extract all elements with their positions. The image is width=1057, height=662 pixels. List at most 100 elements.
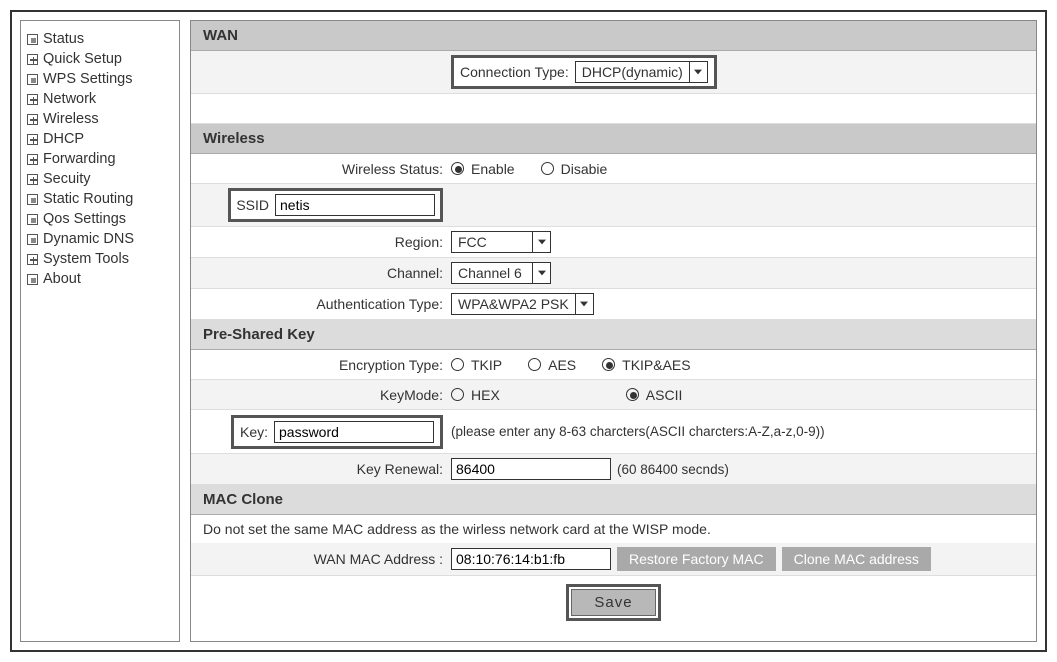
key-highlight: Key: (231, 415, 443, 449)
keymode-row: KeyMode: HEX ASCII (191, 380, 1036, 410)
renewal-row: Key Renewal: (60 86400 secnds) (191, 454, 1036, 485)
sidebar-item-about[interactable]: About (27, 269, 173, 289)
sidebar-item-label: Dynamic DNS (43, 231, 134, 247)
sidebar-item-dhcp[interactable]: DHCP (27, 129, 173, 149)
bullet-icon (27, 34, 38, 45)
sidebar-item-label: Network (43, 91, 96, 107)
sidebar-item-system-tools[interactable]: System Tools (27, 249, 173, 269)
connection-type-row: Connection Type: DHCP(dynamic) (191, 51, 1036, 94)
key-row: Key: (please enter any 8-63 charcters(AS… (191, 410, 1036, 454)
sidebar-item-label: Quick Setup (43, 51, 122, 67)
wireless-disable-radio[interactable]: Disabie (541, 161, 608, 177)
region-select[interactable]: FCC (451, 231, 551, 253)
bullet-icon (27, 274, 38, 285)
wan-mac-input[interactable] (451, 548, 611, 570)
bullet-icon (27, 234, 38, 245)
wan-mac-label: WAN MAC Address : (191, 551, 451, 567)
renewal-input[interactable] (451, 458, 611, 480)
ssid-input[interactable] (275, 194, 435, 216)
enc-both-radio[interactable]: TKIP&AES (602, 357, 690, 373)
expand-icon (27, 134, 38, 145)
key-label: Key: (240, 424, 268, 440)
connection-type-label: Connection Type: (460, 64, 569, 80)
sidebar-item-quick-setup[interactable]: Quick Setup (27, 49, 173, 69)
chevron-down-icon (532, 232, 550, 252)
wireless-status-row: Wireless Status: Enable Disabie (191, 154, 1036, 184)
auth-select[interactable]: WPA&WPA2 PSK (451, 293, 594, 315)
save-highlight: Save (566, 584, 660, 621)
sidebar-item-status[interactable]: Status (27, 29, 173, 49)
radio-icon (602, 358, 615, 371)
sidebar-item-label: Secuity (43, 171, 91, 187)
radio-icon (451, 388, 464, 401)
clone-mac-button[interactable]: Clone MAC address (782, 547, 931, 571)
region-row: Region: FCC (191, 227, 1036, 258)
channel-label: Channel: (191, 265, 451, 281)
sidebar-item-label: System Tools (43, 251, 129, 267)
sidebar-item-label: Wireless (43, 111, 99, 127)
sidebar-item-label: Static Routing (43, 191, 133, 207)
sidebar-item-label: Status (43, 31, 84, 47)
keymode-ascii-radio[interactable]: ASCII (626, 387, 683, 403)
sidebar-item-static-routing[interactable]: Static Routing (27, 189, 173, 209)
ssid-label: SSID (236, 197, 269, 213)
connection-type-select[interactable]: DHCP(dynamic) (575, 61, 708, 83)
sidebar-item-dynamic-dns[interactable]: Dynamic DNS (27, 229, 173, 249)
wireless-enable-radio[interactable]: Enable (451, 161, 515, 177)
ssid-row: SSID (191, 184, 1036, 227)
connection-type-highlight: Connection Type: DHCP(dynamic) (451, 55, 717, 89)
sidebar: Status Quick Setup WPS Settings Network Wire… (20, 20, 180, 642)
key-hint: (please enter any 8-63 charcters(ASCII c… (451, 424, 825, 439)
renewal-hint: (60 86400 secnds) (617, 462, 729, 477)
wireless-status-label: Wireless Status: (191, 161, 451, 177)
ssid-highlight: SSID (228, 188, 443, 222)
channel-select[interactable]: Channel 6 (451, 262, 551, 284)
chevron-down-icon (689, 62, 707, 82)
auth-label: Authentication Type: (191, 296, 451, 312)
sidebar-item-label: WPS Settings (43, 71, 132, 87)
sidebar-item-label: DHCP (43, 131, 84, 147)
expand-icon (27, 174, 38, 185)
chevron-down-icon (532, 263, 550, 283)
chevron-down-icon (575, 294, 593, 314)
radio-icon (451, 162, 464, 175)
renewal-label: Key Renewal: (191, 461, 451, 477)
sidebar-item-wps-settings[interactable]: WPS Settings (27, 69, 173, 89)
sidebar-item-label: Forwarding (43, 151, 116, 167)
channel-row: Channel: Channel 6 (191, 258, 1036, 289)
auth-row: Authentication Type: WPA&WPA2 PSK (191, 289, 1036, 320)
region-label: Region: (191, 234, 451, 250)
expand-icon (27, 254, 38, 265)
wan-mac-row: WAN MAC Address : Restore Factory MAC Cl… (191, 543, 1036, 576)
sidebar-item-wireless[interactable]: Wireless (27, 109, 173, 129)
mac-note: Do not set the same MAC address as the w… (191, 515, 1036, 543)
wireless-header: Wireless (191, 124, 1036, 154)
sidebar-item-label: Qos Settings (43, 211, 126, 227)
sidebar-item-network[interactable]: Network (27, 89, 173, 109)
wan-header: WAN (191, 21, 1036, 51)
keymode-hex-radio[interactable]: HEX (451, 387, 500, 403)
key-input[interactable] (274, 421, 434, 443)
enc-tkip-radio[interactable]: TKIP (451, 357, 502, 373)
radio-icon (541, 162, 554, 175)
psk-header: Pre-Shared Key (191, 320, 1036, 350)
expand-icon (27, 94, 38, 105)
sidebar-item-label: About (43, 271, 81, 287)
enc-aes-radio[interactable]: AES (528, 357, 576, 373)
expand-icon (27, 114, 38, 125)
save-button[interactable]: Save (571, 589, 655, 616)
keymode-label: KeyMode: (191, 387, 451, 403)
encryption-row: Encryption Type: TKIP AES TKIP&AES (191, 350, 1036, 380)
bullet-icon (27, 194, 38, 205)
radio-icon (528, 358, 541, 371)
encryption-label: Encryption Type: (191, 357, 451, 373)
sidebar-item-qos-settings[interactable]: Qos Settings (27, 209, 173, 229)
expand-icon (27, 54, 38, 65)
app-frame: Status Quick Setup WPS Settings Network Wire… (10, 10, 1047, 652)
restore-mac-button[interactable]: Restore Factory MAC (617, 547, 776, 571)
expand-icon (27, 154, 38, 165)
radio-icon (451, 358, 464, 371)
sidebar-item-secuity[interactable]: Secuity (27, 169, 173, 189)
sidebar-item-forwarding[interactable]: Forwarding (27, 149, 173, 169)
save-row: Save (191, 576, 1036, 629)
